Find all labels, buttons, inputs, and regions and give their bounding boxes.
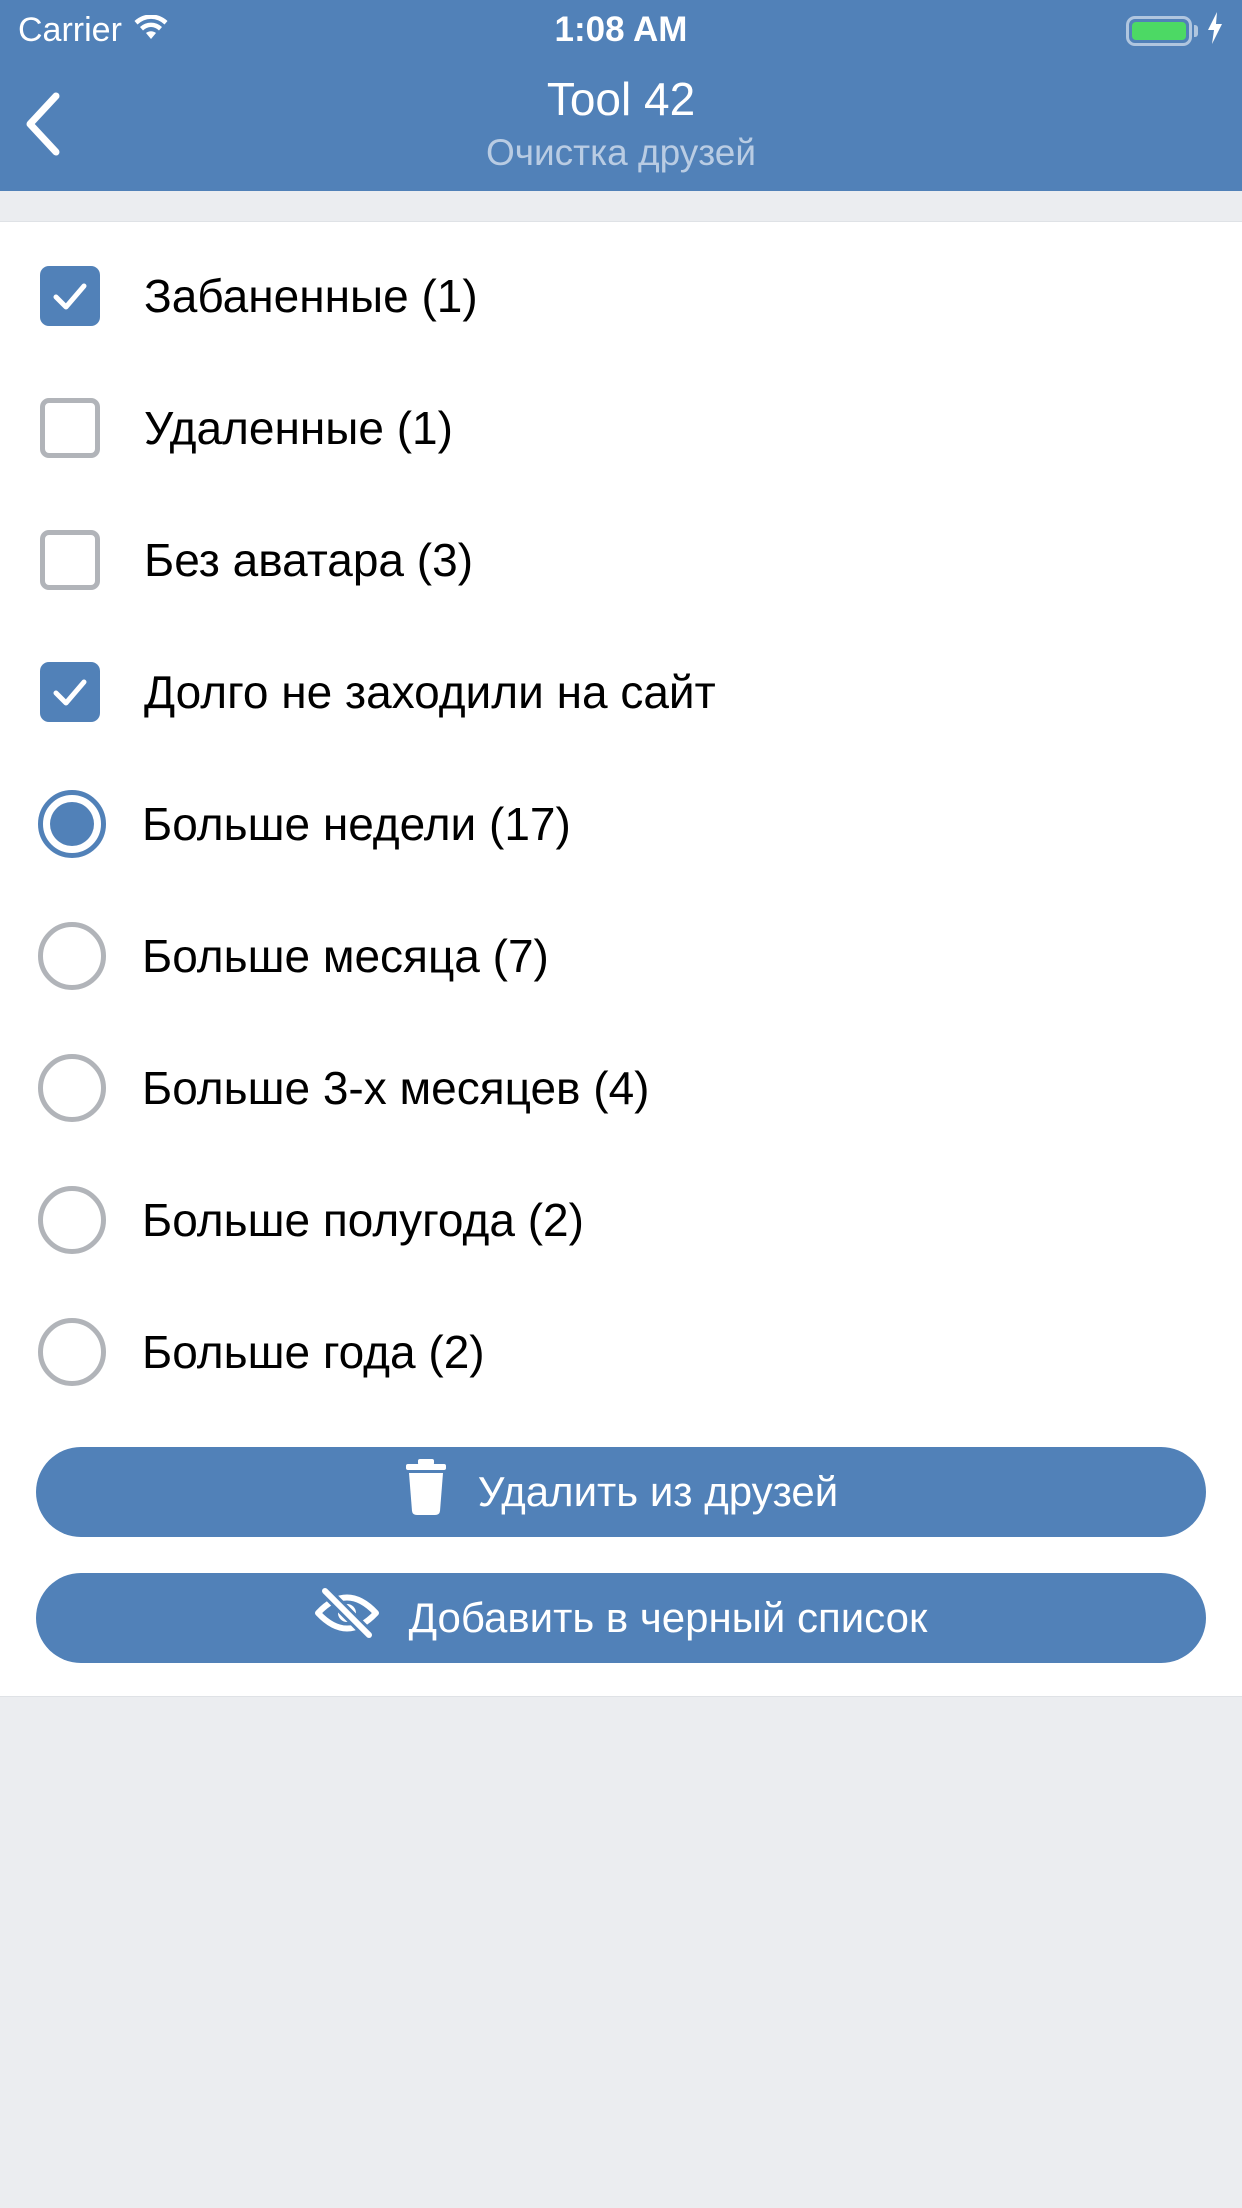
period-option-month[interactable]: Больше месяца (7) [0,890,1242,1022]
page-subtitle: Очистка друзей [485,132,757,173]
checkbox-banned[interactable] [40,266,100,326]
radio-3-months[interactable] [38,1054,106,1122]
filter-inactive-label: Долго не заходили на сайт [144,666,716,718]
checkmark-icon [53,679,87,706]
radio-year[interactable] [38,1318,106,1386]
radio-month[interactable] [38,922,106,990]
filter-no-avatar[interactable]: Без аватара (3) [0,494,1242,626]
checkbox-inactive[interactable] [40,662,100,722]
filter-deleted[interactable]: Удаленные (1) [0,362,1242,494]
period-option-week[interactable]: Больше недели (17) [0,758,1242,890]
period-option-year[interactable]: Больше года (2) [0,1286,1242,1418]
filter-banned-label: Забаненные (1) [144,270,478,322]
period-option-half-year[interactable]: Больше полугода (2) [0,1154,1242,1286]
filter-no-avatar-label: Без аватара (3) [144,534,474,586]
filter-inactive[interactable]: Долго не заходили на сайт [0,626,1242,758]
period-option-3-months[interactable]: Больше 3-х месяцев (4) [0,1022,1242,1154]
checkbox-no-avatar[interactable] [40,530,100,590]
checkbox-deleted[interactable] [40,398,100,458]
period-option-label: Больше месяца (7) [142,930,549,982]
add-to-blacklist-button[interactable]: Добавить в черный список [36,1573,1206,1663]
filter-deleted-label: Удаленные (1) [144,402,453,454]
navigation-bar: Carrier 1:08 AM Tool 42 Очистка друзей [0,0,1242,191]
add-to-blacklist-label: Добавить в черный список [408,1594,928,1641]
page-title: Tool 42 [546,73,696,125]
radio-week[interactable] [38,790,106,858]
eye-slash-icon [314,1585,379,1648]
checkmark-icon [53,283,87,310]
remove-friends-label: Удалить из друзей [477,1468,839,1515]
filter-card: Забаненные (1) Удаленные (1) Без аватара… [0,221,1242,1697]
filter-banned[interactable]: Забаненные (1) [0,230,1242,362]
trash-icon [404,1459,448,1525]
period-option-label: Больше полугода (2) [142,1194,584,1246]
radio-half-year[interactable] [38,1186,106,1254]
period-option-label: Больше года (2) [142,1326,485,1378]
status-time: 1:08 AM [554,10,688,49]
period-option-label: Больше 3-х месяцев (4) [142,1062,650,1114]
remove-friends-button[interactable]: Удалить из друзей [36,1447,1206,1537]
period-option-label: Больше недели (17) [142,798,571,850]
battery-icon [1126,12,1224,49]
status-bar: Carrier 1:08 AM [0,0,1242,60]
charging-bolt-icon [1206,12,1224,49]
